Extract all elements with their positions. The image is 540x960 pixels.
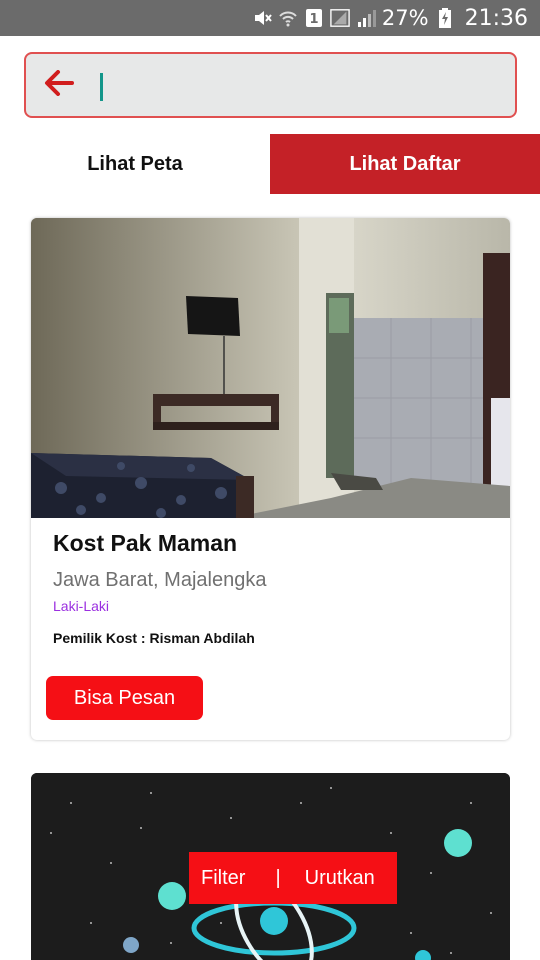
wifi-icon [278,8,298,28]
signal-icon [356,8,376,28]
listing-title: Kost Pak Maman [53,530,238,556]
search-input[interactable] [92,65,515,105]
sort-button[interactable]: Urutkan [305,867,375,890]
arrow-left-icon [44,69,74,101]
clock: 21:36 [464,5,528,31]
listing-card[interactable]: Kost Pak Maman Jawa Barat, Majalengka La… [31,218,510,740]
filter-sort-bar: Filter | Urutkan [189,852,397,904]
listing-location: Jawa Barat, Majalengka [53,569,267,591]
view-tabs: Lihat Peta Lihat Daftar [0,134,540,194]
mute-icon [252,8,272,28]
listing-gender: Laki-Laki [53,598,110,614]
sim-icon: 1 [304,8,324,28]
tab-label: Lihat Peta [87,152,183,175]
book-button[interactable]: Bisa Pesan [46,676,203,720]
tab-list-view[interactable]: Lihat Daftar [270,134,540,194]
filter-button[interactable]: Filter [189,867,245,890]
back-button[interactable] [26,54,92,116]
tab-label: Lihat Daftar [349,152,461,175]
signal-icon [330,8,350,28]
sim-badge: 1 [309,12,318,27]
text-caret [100,73,103,101]
status-bar: 1 27% 21:36 [0,0,540,36]
battery-percent: 27% [381,6,429,30]
separator: | [275,866,281,889]
listing-owner: Pemilik Kost : Risman Abdilah [53,630,255,646]
search-bar [24,52,517,118]
battery-charging-icon [435,8,455,28]
tab-map-view[interactable]: Lihat Peta [0,134,270,194]
listing-photo [31,218,510,518]
